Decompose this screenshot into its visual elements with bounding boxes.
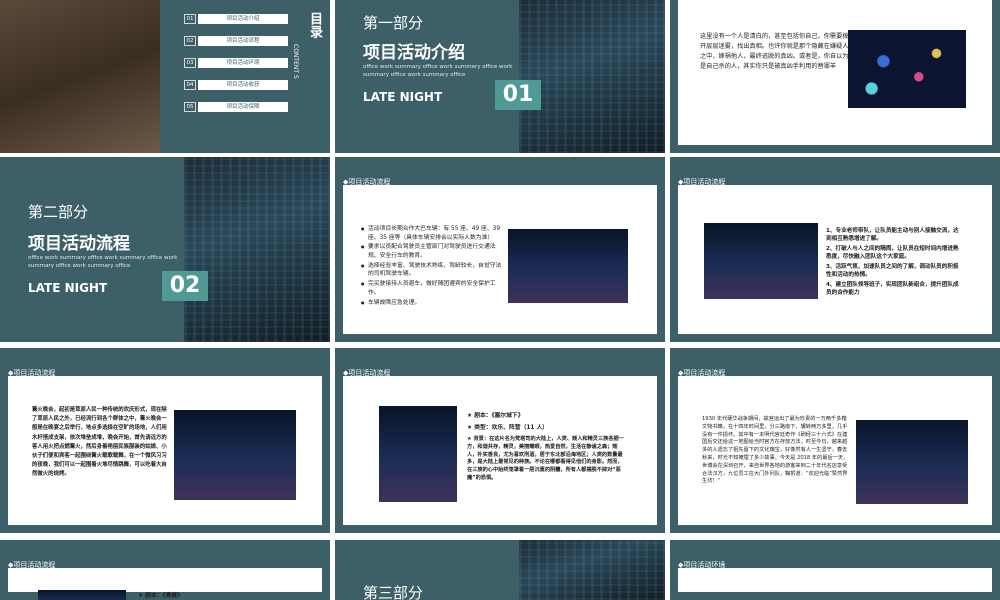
part-title: 项目活动介绍 (363, 43, 465, 63)
bullet-list: 活动项目长期合作大巴车辆：有 55 座、49 座、39 座、35 座等（具体车辆… (361, 225, 503, 308)
point-2: 2、打破人与人之间的隔阂，让队员在短时间内增进熟悉度，尽快融入团队这个大家庭。 (826, 246, 959, 261)
suitcase-photo (0, 0, 160, 153)
city-photo (519, 540, 665, 600)
slide-part2[interactable]: 第二部分 项目活动流程 office work summary office w… (0, 157, 330, 342)
script-label: ★ 剧本：《青楼》 (138, 593, 183, 599)
toc-item-1[interactable]: 01 项目活动介绍 (184, 14, 288, 24)
toc-item-num: 01 (184, 14, 196, 24)
late-night-label: LATE NIGHT (28, 281, 108, 295)
part-subtitle: 第三部分 (363, 584, 424, 600)
slide-toc[interactable]: 目录 CONTENT S 01 项目活动介绍 02 项目活动流程 03 项目活动… (0, 0, 330, 153)
part-title: 项目活动流程 (28, 234, 130, 254)
photo (38, 590, 126, 600)
point-1: 1、专业老师带队，让队员能主动与别人接触交流，达到相互熟悉增进了解。 (826, 228, 959, 243)
toc-item-label: 项目活动环境 (198, 58, 288, 68)
toc-item-5[interactable]: 05 项目活动保障 (184, 102, 288, 112)
toc-item-label: 项目活动流程 (198, 36, 288, 46)
slide-flow5[interactable]: ◆项目活动流程 1930 年代硬华战争期间，故宫运出了最为珍贵的一万两千多箱文物… (670, 348, 1000, 533)
toc-item-num: 04 (184, 80, 196, 90)
list-item: 选择经验丰富、驾驶技术熟练、驾龄较长，自觉守法的司机驾驶车辆。 (361, 262, 503, 279)
part-subtitle: 第一部分 (363, 14, 424, 32)
list-item: 车辆故障应急处理。 (361, 299, 503, 308)
list-item: 活动项目长期合作大巴车辆：有 55 座、49 座、39 座、35 座等（具体车辆… (361, 225, 503, 242)
quote-text: 这里没有一个人是清白的，甚至包括你自己，你需要拨开层层迷雾，找出真相。也许你就是… (700, 33, 849, 70)
point-4: 4、建立团队领导班子，实现团队新组合，提升团队成员的合作能力 (826, 282, 959, 297)
toc-item-label: 项目活动介绍 (198, 14, 288, 24)
part-english-text: office work summary office work summary … (363, 64, 513, 78)
slide-env[interactable]: ◆项目活动环境 (670, 540, 1000, 600)
toc-item-label: 项目活动保障 (198, 102, 288, 112)
slide-part3[interactable]: 第三部分 (335, 540, 665, 600)
toc-item-num: 03 (184, 58, 196, 68)
toc-item-label: 项目活动收获 (198, 80, 288, 90)
point-3: 3、活跃气氛，加速队员之间的了解，调动队员的积极性和活动的热情。 (826, 264, 959, 279)
slide-flow2[interactable]: ◆项目活动流程 1、专业老师带队，让队员能主动与别人接触交流，达到相互熟悉增进了… (670, 157, 1000, 342)
slide-sorter-grid: 目录 CONTENT S 01 项目活动介绍 02 项目活动流程 03 项目活动… (0, 0, 1000, 600)
type-label: ★ 类型：欢乐、阵营（11 人） (467, 425, 549, 431)
skyline-photo (174, 410, 296, 500)
bonfire-text: 篝火晚会，起初是草原人民一种传统的欢庆形式，现在除了草原人民之外，已经流行到各个… (32, 407, 167, 478)
bokeh-photo (848, 30, 966, 108)
street-photo (704, 223, 818, 299)
part-english-text: office work summary office work summary … (28, 255, 178, 269)
city-photo (184, 157, 330, 342)
rain-street-photo (379, 406, 457, 502)
list-item: 完买驶接待人员避车，做好随团遵宾的安全保护工作。 (361, 280, 503, 297)
toc-item-3[interactable]: 03 项目活动环境 (184, 58, 288, 68)
toc-item-2[interactable]: 02 项目活动流程 (184, 36, 288, 46)
building-photo (508, 229, 628, 303)
toc-item-num: 05 (184, 102, 196, 112)
slide-flow1[interactable]: ◆项目活动流程 活动项目长期合作大巴车辆：有 55 座、49 座、39 座、35… (335, 157, 665, 342)
city-photo (519, 0, 665, 153)
slide-flow4[interactable]: ◆项目活动流程 ★ 剧本：《塞尔城下》 ★ 类型：欢乐、阵营（11 人） ★ 背… (335, 348, 665, 533)
toc-item-num: 02 (184, 36, 196, 46)
toc-item-4[interactable]: 04 项目活动收获 (184, 80, 288, 90)
slide-quote[interactable]: 这里没有一个人是清白的，甚至包括你自己，你需要拨开层层迷雾，找出真相。也许你就是… (670, 0, 1000, 153)
toc-title: 目录 (307, 12, 322, 38)
list-item: 要求以员配合驾驶员主管部门对驾驶员进行交通法规、安全行车的教育。 (361, 243, 503, 260)
slide-row4-left[interactable]: ◆项目活动流程 ★ 剧本：《青楼》 (0, 540, 330, 600)
slide-part1[interactable]: 第一部分 项目活动介绍 office work summary office w… (335, 0, 665, 153)
part-number: 01 (495, 80, 541, 110)
script-label: ★ 剧本：《塞尔城下》 (467, 413, 524, 419)
part-subtitle: 第二部分 (28, 203, 89, 221)
part-number: 02 (162, 271, 208, 301)
slide-flow3[interactable]: ◆项目活动流程 篝火晚会，起初是草原人民一种传统的欢庆形式，现在除了草原人民之外… (0, 348, 330, 533)
city-night-photo (856, 420, 968, 504)
story-text: 1930 年代硬华战争期间，故宫运出了最为珍贵的一万两千多箱文物书籍，在十四年时… (702, 416, 849, 485)
background-text: ★ 背景：在这片名为梵塔司的大陆上，人类、矮人和精灵三族各据一方，和谐共存，精灵… (467, 436, 624, 481)
late-night-label: LATE NIGHT (363, 90, 443, 104)
toc-subtitle: CONTENT S (292, 44, 299, 79)
